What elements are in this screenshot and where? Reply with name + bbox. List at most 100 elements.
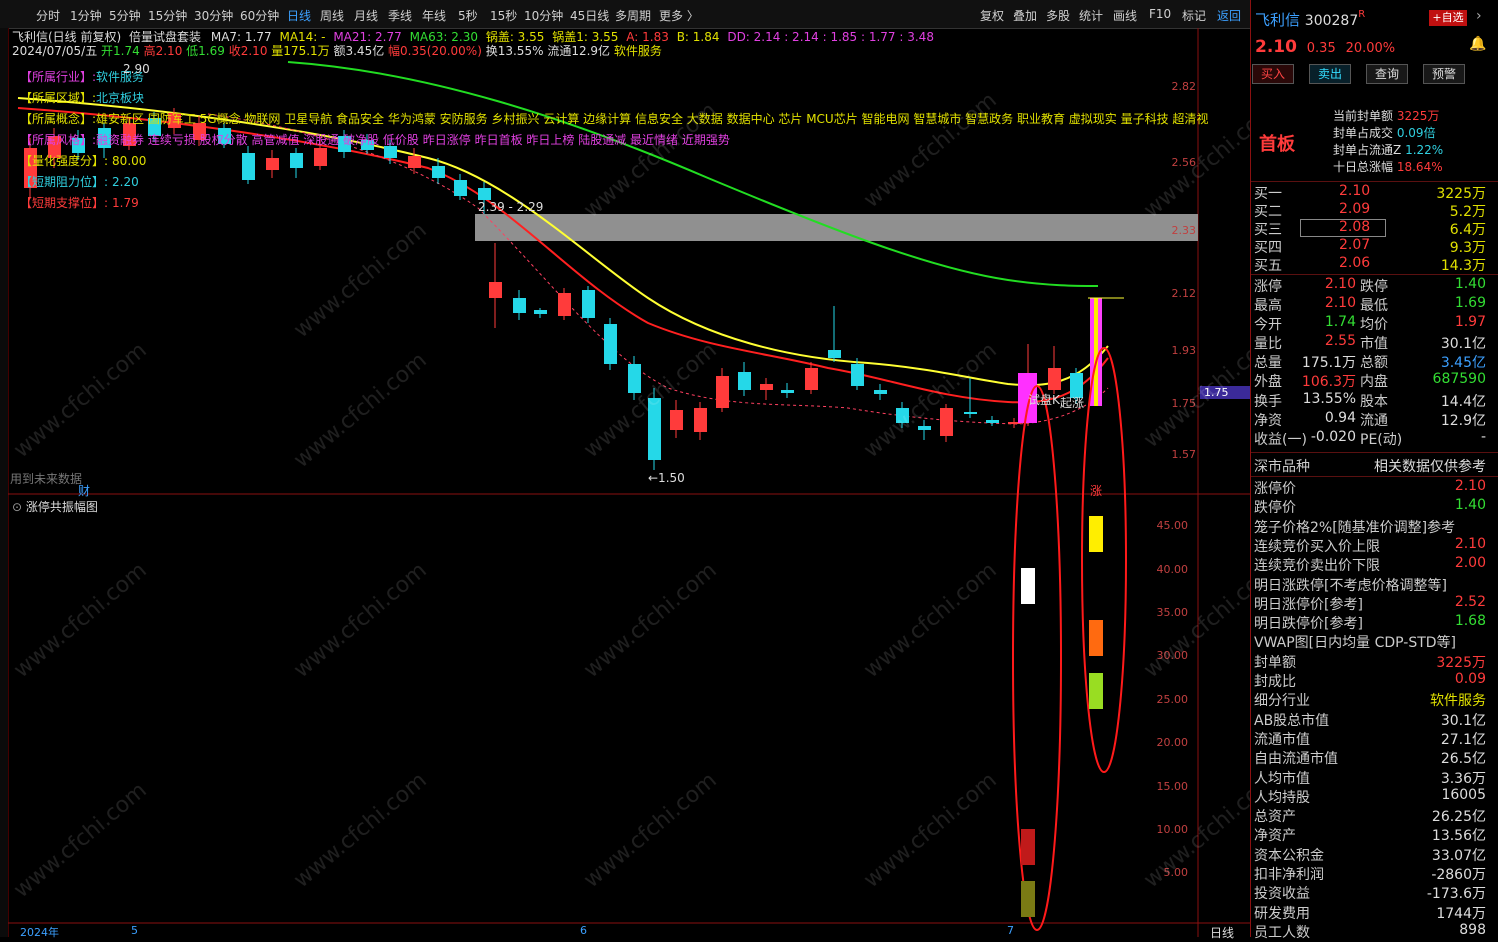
candle-body	[828, 350, 841, 358]
bar-high: 高2.10	[143, 44, 183, 58]
extra-data-row[interactable]: 连续竞价买入价上限 2.10	[1254, 536, 1486, 555]
extra-data-row[interactable]: 员工人数 898	[1254, 922, 1486, 941]
alert-button[interactable]: 预警	[1423, 64, 1465, 84]
period-tab[interactable]: 年线	[422, 7, 446, 24]
extra-data-row[interactable]: 笼子价格2%[随基准价调整]参考	[1254, 517, 1486, 536]
extra-data-row[interactable]: VWAP图[日内均量 CDP-STD等]	[1254, 632, 1486, 651]
more-periods[interactable]: 更多 〉	[659, 7, 699, 24]
subpanel-title: 涨停共振幅图	[25, 500, 98, 514]
sub-y-tick: 35.00	[1156, 606, 1189, 619]
overlay-quant-score: 【量化强度分】: 80.00	[20, 154, 147, 168]
x-month-label: 7	[1007, 924, 1014, 937]
extra-data-row[interactable]: 封成比 0.09	[1254, 671, 1486, 690]
period-tab[interactable]: 5分钟	[109, 7, 141, 24]
period-tab[interactable]: 45日线	[570, 7, 609, 24]
candle-body	[964, 412, 977, 414]
extra-data-row[interactable]: 资本公积金 33.07亿	[1254, 845, 1486, 864]
x-period-label[interactable]: 日线	[1210, 924, 1234, 941]
stock-name: 飞利信	[1255, 11, 1301, 29]
extra-data-row[interactable]: 总资产 26.25亿	[1254, 806, 1486, 825]
subpanel-header: ⊙ 涨停共振幅图	[12, 498, 98, 515]
dd-value: DD: 2.14 : 2.14 : 1.85 : 1.77 : 3.48	[727, 30, 934, 44]
period-tab[interactable]: 30分钟	[194, 7, 233, 24]
query-button[interactable]: 查询	[1366, 64, 1408, 84]
tool-button[interactable]: F10	[1149, 7, 1171, 21]
period-tab[interactable]: 1分钟	[70, 7, 102, 24]
extra-data-row[interactable]: 明日跌停价[参考] 1.68	[1254, 613, 1486, 632]
extra-data-row[interactable]: 人均市值 3.36万	[1254, 768, 1486, 787]
candle-body	[940, 408, 953, 436]
tool-button[interactable]: 画线	[1113, 7, 1137, 24]
period-tab[interactable]: 季线	[388, 7, 412, 24]
period-tab[interactable]: 多周期	[615, 7, 651, 24]
extra-data-row[interactable]: 研发费用 1744万	[1254, 903, 1486, 922]
candle-body	[478, 188, 491, 200]
extra-data-row[interactable]: 跌停价 1.40	[1254, 497, 1486, 516]
sub-y-tick: 40.00	[1156, 563, 1189, 576]
extra-data-row[interactable]: AB股总市值 30.1亿	[1254, 710, 1486, 729]
finance-mark[interactable]: 财	[78, 482, 90, 499]
period-tab[interactable]: 周线	[320, 7, 344, 24]
highlight-ellipse	[1081, 347, 1127, 773]
chevron-right-icon[interactable]: ›	[1476, 8, 1482, 24]
sell-button[interactable]: 卖出	[1309, 64, 1351, 84]
subpanel-gear-icon[interactable]: ⊙	[12, 500, 22, 514]
extra-data-row[interactable]: 细分行业 软件服务	[1254, 690, 1486, 709]
extra-data-row[interactable]: 人均持股 16005	[1254, 787, 1486, 806]
period-tab[interactable]: 5秒	[458, 7, 478, 24]
period-tab[interactable]: 15分钟	[148, 7, 187, 24]
extra-data-row[interactable]: 连续竞价卖出价下限 2.00	[1254, 555, 1486, 574]
candle-body	[582, 290, 595, 318]
chart-canvas[interactable]	[8, 28, 1252, 937]
overlay-resistance: 【短期阻力位】: 2.20	[20, 175, 139, 189]
current-price-tag: 1.75	[1200, 386, 1252, 399]
extra-data-row[interactable]: 净资产 13.56亿	[1254, 825, 1486, 844]
price-line: 2.10 0.35 20.00%	[1255, 37, 1395, 57]
y-tick: 2.56	[1171, 156, 1197, 169]
period-tab[interactable]: 分时	[36, 7, 60, 24]
extra-data-row[interactable]: 扣非净利润 -2860万	[1254, 864, 1486, 883]
extra-data-row[interactable]: 明日涨跌停[不考虑价格调整等]	[1254, 575, 1486, 594]
bell-icon[interactable]: 🔔	[1469, 36, 1486, 52]
candle-body	[781, 390, 794, 393]
bar-volume: 量175.1万	[271, 44, 330, 58]
high-price-mark: 2.90	[123, 62, 150, 76]
period-tab[interactable]: 10分钟	[524, 7, 563, 24]
tool-button[interactable]: 标记	[1182, 7, 1206, 24]
resistance-zone	[475, 214, 1198, 241]
book-row: 买二 2.09 5.2万	[1254, 201, 1486, 220]
back-button[interactable]: 返回	[1217, 7, 1241, 24]
seal-info: 当前封单额 3225万 封单占成交 0.09倍 封单占流通Z 1.22% 十日总…	[1333, 109, 1444, 174]
period-tab[interactable]: 15秒	[490, 7, 517, 24]
add-watchlist-button[interactable]: +自选	[1429, 10, 1467, 26]
sub-y-tick: 15.00	[1156, 780, 1189, 793]
r-mark: R	[1358, 9, 1366, 20]
bar-amount: 额3.45亿	[333, 44, 385, 58]
resonance-bar	[1021, 568, 1035, 604]
candle-body	[716, 376, 729, 408]
tool-button[interactable]: 多股	[1046, 7, 1070, 24]
extra-data-row[interactable]: 明日涨停价[参考] 2.52	[1254, 594, 1486, 613]
period-tab[interactable]: 月线	[354, 7, 378, 24]
x-month-label: 6	[580, 924, 587, 937]
ma63-line	[287, 61, 1099, 287]
period-tab[interactable]: 60分钟	[240, 7, 279, 24]
extra-data-row[interactable]: 自由流通市值 26.5亿	[1254, 748, 1486, 767]
extra-data-row[interactable]: 流通市值 27.1亿	[1254, 729, 1486, 748]
candle-body	[805, 368, 818, 390]
extra-data-row[interactable]: 投资收益 -173.6万	[1254, 883, 1486, 902]
tool-button[interactable]: 统计	[1079, 7, 1103, 24]
period-tab-selected[interactable]: 日线	[287, 7, 311, 24]
extra-data-row[interactable]: 涨停价 2.10	[1254, 478, 1486, 497]
limit-up-candle-core	[1094, 298, 1098, 406]
tool-button[interactable]: 复权	[980, 7, 1004, 24]
y-tick: 1.57	[1171, 448, 1197, 461]
extra-data-row[interactable]: 封单额 3225万	[1254, 652, 1486, 671]
tool-button[interactable]: 叠加	[1013, 7, 1037, 24]
kline-chart[interactable]: 飞利信(日线 前复权) 倍量试盘套装 MA7: 1.77 MA14: - MA2…	[8, 28, 1282, 940]
sub-y-tick: 30.00	[1156, 649, 1189, 662]
x-month-label: 5	[131, 924, 138, 937]
buy-button[interactable]: 买入	[1252, 64, 1294, 84]
candle-body	[489, 282, 502, 298]
y-tick: 1.75	[1171, 397, 1197, 410]
